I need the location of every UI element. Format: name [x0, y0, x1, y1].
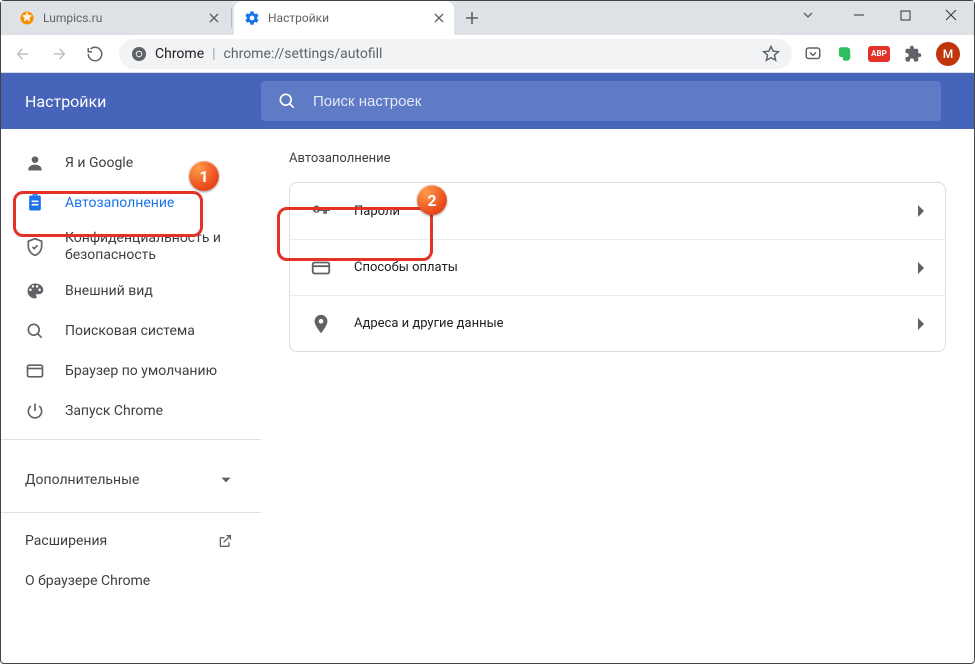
search-icon — [277, 91, 297, 111]
annotation-badge-1: 1 — [189, 161, 219, 191]
row-label: Способы оплаты — [354, 260, 458, 275]
sidebar-item-label: Браузер по умолчанию — [65, 363, 217, 379]
bookmark-star-icon[interactable] — [762, 45, 780, 63]
palette-icon — [25, 281, 45, 301]
autofill-card: Пароли Способы оплаты Адреса и другие да… — [289, 182, 946, 352]
close-icon[interactable] — [434, 13, 444, 23]
sidebar-item-label: Внешний вид — [65, 283, 153, 299]
forward-button[interactable] — [43, 38, 75, 70]
favicon-lumpics — [19, 10, 35, 26]
sidebar-item-search-engine[interactable]: Поисковая система — [1, 311, 249, 351]
settings-main: Автозаполнение Пароли Способы оплаты Адр… — [261, 129, 974, 663]
key-icon — [310, 200, 332, 222]
chrome-logo-icon — [131, 46, 147, 62]
chevron-right-icon — [917, 262, 925, 274]
location-icon — [310, 313, 332, 335]
chevron-right-icon — [917, 318, 925, 330]
sidebar-advanced-label: Дополнительные — [25, 472, 139, 488]
address-bar-row: Chrome | chrome://settings/autofill ABP … — [1, 35, 974, 73]
settings-header: Настройки — [1, 73, 974, 129]
clipboard-icon — [25, 193, 45, 213]
tab-lumpics[interactable]: Lumpics.ru — [9, 1, 229, 35]
sidebar-extensions-label: Расширения — [25, 533, 107, 549]
annotation-badge-2: 2 — [417, 185, 447, 215]
sidebar-item-label: Я и Google — [65, 155, 133, 171]
sidebar-extensions-link[interactable]: Расширения — [1, 521, 261, 561]
omnibox-divider: | — [212, 46, 215, 62]
search-icon — [25, 321, 45, 341]
row-passwords[interactable]: Пароли — [290, 183, 945, 239]
settings-content: Я и Google Автозаполнение Конфиденциальн… — [1, 129, 974, 663]
window-controls — [788, 1, 974, 29]
omnibox-security-label: Chrome — [155, 46, 204, 62]
window-titlebar: Lumpics.ru Настройки — [1, 1, 974, 35]
tab-separator — [231, 8, 232, 28]
settings-search-input[interactable] — [313, 93, 925, 110]
sidebar-item-privacy[interactable]: Конфиденциальность и безопасность — [1, 223, 249, 271]
favicon-settings — [244, 10, 260, 26]
settings-sidebar: Я и Google Автозаполнение Конфиденциальн… — [1, 129, 261, 663]
sidebar-item-on-startup[interactable]: Запуск Chrome — [1, 391, 249, 431]
browser-icon — [25, 361, 45, 381]
omnibox[interactable]: Chrome | chrome://settings/autofill — [119, 39, 792, 69]
tab-dropdown-icon[interactable] — [788, 1, 828, 29]
minimize-button[interactable] — [836, 1, 882, 29]
shield-icon — [25, 237, 45, 257]
sidebar-item-default-browser[interactable]: Браузер по умолчанию — [1, 351, 249, 391]
sidebar-about-label: О браузере Chrome — [25, 573, 150, 589]
tab-title: Настройки — [268, 11, 329, 25]
extension-icons: ABP M — [800, 42, 968, 66]
row-payment-methods[interactable]: Способы оплаты — [290, 239, 945, 295]
chevron-right-icon — [917, 205, 925, 217]
row-label: Пароли — [354, 204, 400, 219]
person-icon — [25, 153, 45, 173]
settings-title: Настройки — [1, 92, 261, 111]
omnibox-url: chrome://settings/autofill — [224, 46, 383, 62]
close-icon[interactable] — [209, 13, 219, 23]
pocket-icon[interactable] — [804, 45, 822, 63]
row-label: Адреса и другие данные — [354, 316, 504, 331]
settings-search[interactable] — [261, 81, 941, 121]
row-addresses[interactable]: Адреса и другие данные — [290, 295, 945, 351]
chevron-down-icon — [219, 473, 233, 487]
external-link-icon — [217, 533, 233, 549]
back-button[interactable] — [7, 38, 39, 70]
section-title: Автозаполнение — [289, 151, 946, 166]
evernote-icon[interactable] — [836, 45, 854, 63]
sidebar-item-autofill[interactable]: Автозаполнение — [1, 183, 249, 223]
sidebar-advanced-toggle[interactable]: Дополнительные — [1, 456, 261, 504]
sidebar-item-appearance[interactable]: Внешний вид — [1, 271, 249, 311]
maximize-button[interactable] — [882, 1, 928, 29]
extensions-puzzle-icon[interactable] — [904, 45, 922, 63]
sidebar-item-label: Автозаполнение — [65, 195, 174, 211]
new-tab-button[interactable] — [458, 4, 486, 32]
tab-title: Lumpics.ru — [43, 11, 102, 25]
card-icon — [310, 257, 332, 279]
reload-button[interactable] — [79, 38, 111, 70]
power-icon — [25, 401, 45, 421]
abp-icon[interactable]: ABP — [868, 46, 890, 62]
profile-avatar[interactable]: M — [936, 42, 960, 66]
close-button[interactable] — [928, 1, 974, 29]
sidebar-item-label: Конфиденциальность и безопасность — [65, 230, 249, 265]
sidebar-item-label: Запуск Chrome — [65, 403, 163, 419]
tab-settings[interactable]: Настройки — [234, 1, 454, 35]
sidebar-item-label: Поисковая система — [65, 323, 195, 339]
sidebar-about-link[interactable]: О браузере Chrome — [1, 561, 261, 601]
